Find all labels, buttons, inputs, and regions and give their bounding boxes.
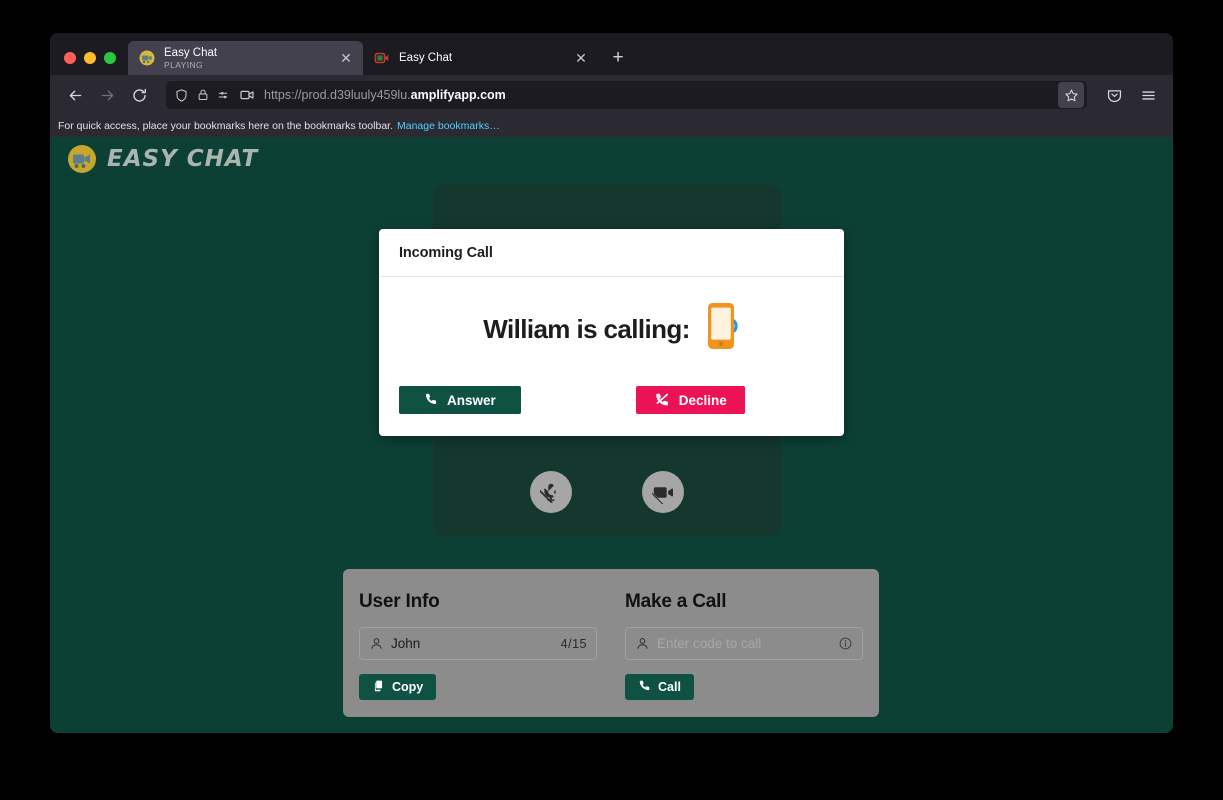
mobile-phone-emoji xyxy=(704,301,740,358)
tab-strip: Easy Chat PLAYING ✕ Easy Chat ✕ + xyxy=(50,33,1173,75)
reload-icon[interactable] xyxy=(124,80,154,110)
modal-overlay: Incoming Call William is calling: Answer… xyxy=(50,137,1173,733)
window-traffic-lights xyxy=(60,52,128,75)
caller-text: William is calling: xyxy=(483,314,690,344)
shield-icon[interactable] xyxy=(174,88,189,103)
modal-body: William is calling: xyxy=(379,277,844,364)
modal-title: Incoming Call xyxy=(399,245,493,261)
window-close-button[interactable] xyxy=(64,52,76,64)
decline-button-label: Decline xyxy=(678,392,727,408)
page-content: EASY CHAT User Info John 4/15 Copy Make … xyxy=(50,137,1173,733)
browser-tab-1[interactable]: Easy Chat PLAYING ✕ xyxy=(128,41,363,75)
answer-button[interactable]: Answer xyxy=(399,386,521,414)
tab-1-title: Easy Chat xyxy=(164,46,218,59)
url-bar[interactable]: https://prod.d39luuly459lu.amplifyapp.co… xyxy=(166,81,1087,109)
video-camera-red-icon xyxy=(374,50,390,66)
permissions-icon[interactable] xyxy=(217,88,232,103)
answer-button-label: Answer xyxy=(447,392,496,408)
tab-1-status: PLAYING xyxy=(164,59,204,70)
window-maximize-button[interactable] xyxy=(104,52,116,64)
pocket-save-icon[interactable] xyxy=(1099,80,1129,110)
phone-slash-icon xyxy=(654,391,670,410)
phone-icon xyxy=(424,392,438,409)
manage-bookmarks-link[interactable]: Manage bookmarks… xyxy=(397,120,500,132)
lock-icon[interactable] xyxy=(196,88,210,102)
incoming-call-modal: Incoming Call William is calling: Answer… xyxy=(379,229,844,436)
bookmark-star-icon[interactable] xyxy=(1058,82,1084,108)
toolbar-right-actions xyxy=(1099,80,1163,110)
window-minimize-button[interactable] xyxy=(84,52,96,64)
caller-line: William is calling: xyxy=(399,301,824,358)
browser-window: Easy Chat PLAYING ✕ Easy Chat ✕ + https:… xyxy=(50,33,1173,733)
decline-button[interactable]: Decline xyxy=(635,386,745,414)
bookmarks-hint-text: For quick access, place your bookmarks h… xyxy=(58,120,393,132)
url-text[interactable]: https://prod.d39luuly459lu.amplifyapp.co… xyxy=(264,88,1079,102)
navigation-toolbar: https://prod.d39luuly459lu.amplifyapp.co… xyxy=(50,75,1173,115)
bookmarks-toolbar: For quick access, place your bookmarks h… xyxy=(50,115,1173,137)
modal-actions: Answer Decline xyxy=(379,364,844,436)
tab-1-close-icon[interactable]: ✕ xyxy=(337,49,355,67)
hamburger-menu-icon[interactable] xyxy=(1133,80,1163,110)
easy-chat-gold-icon xyxy=(139,50,155,66)
browser-tab-2[interactable]: Easy Chat ✕ xyxy=(363,41,598,75)
tab-2-title: Easy Chat xyxy=(399,51,453,64)
back-arrow-icon[interactable] xyxy=(60,80,90,110)
modal-header: Incoming Call xyxy=(379,229,844,277)
camera-permission-icon[interactable] xyxy=(239,87,255,103)
tab-2-close-icon[interactable]: ✕ xyxy=(572,49,590,67)
new-tab-button[interactable]: + xyxy=(604,44,632,72)
forward-arrow-icon[interactable] xyxy=(92,80,122,110)
